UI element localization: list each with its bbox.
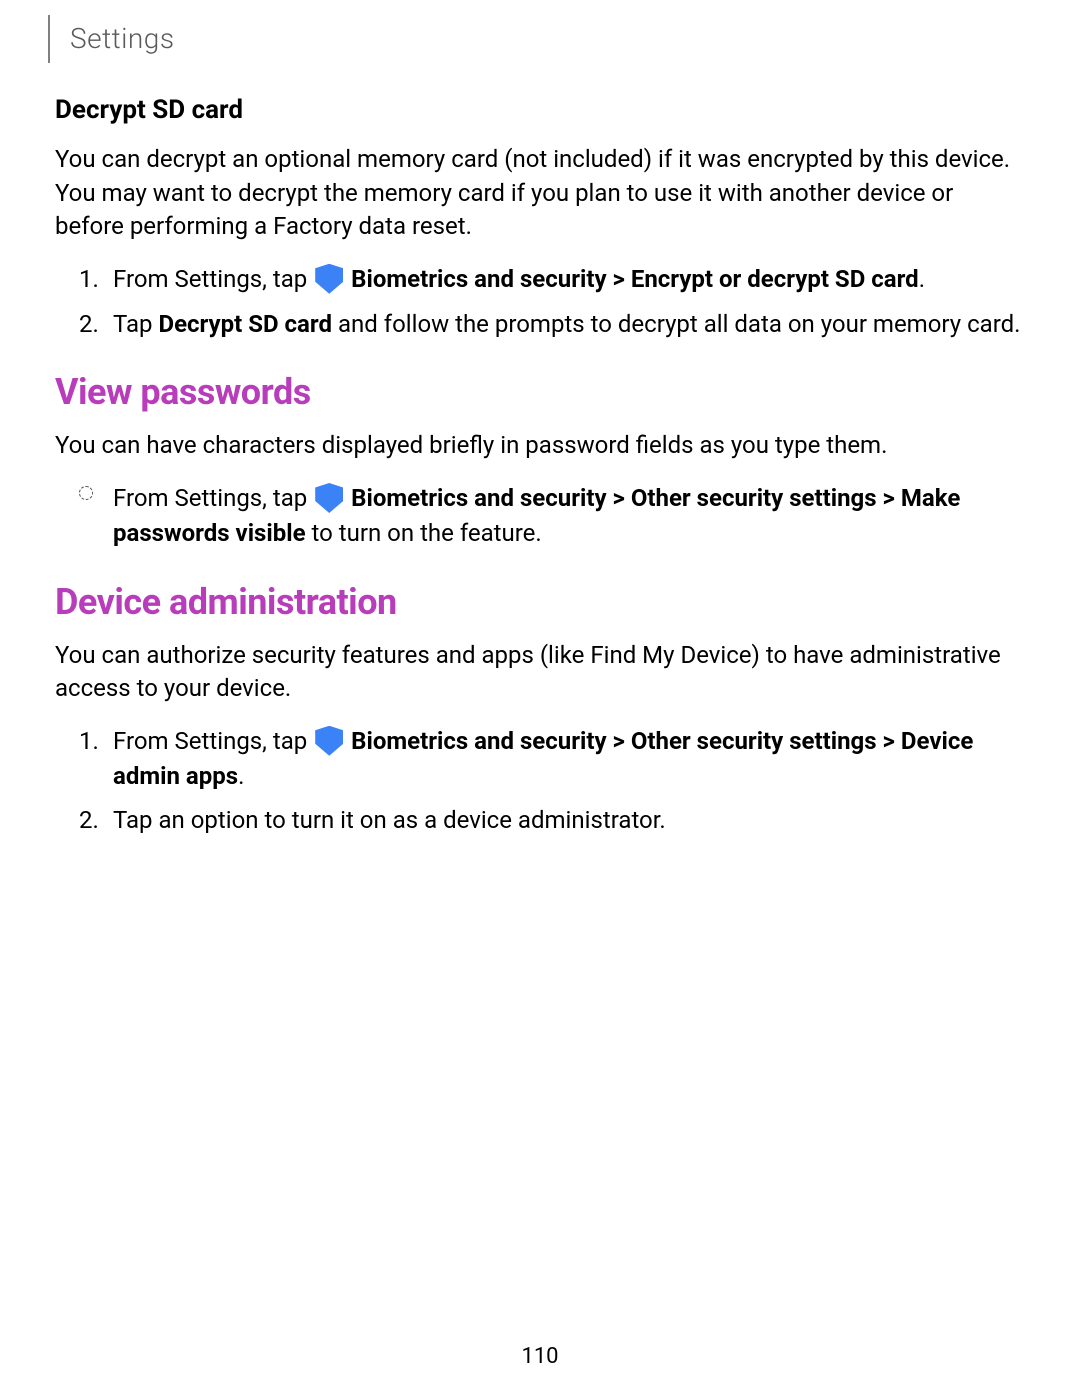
- page-number: 110: [0, 1344, 1080, 1369]
- step-text: Tap: [113, 310, 158, 338]
- bullet-icon: [79, 486, 93, 500]
- viewpw-steps: From Settings, tap Biometrics and securi…: [55, 481, 1025, 551]
- list-number: 1.: [79, 724, 99, 759]
- breadcrumb: Settings: [55, 0, 1025, 55]
- main-heading-view-passwords: View passwords: [55, 371, 1025, 413]
- shield-icon: [315, 726, 343, 756]
- shield-icon: [315, 483, 343, 513]
- devadmin-step-1: 1. From Settings, tap Biometrics and sec…: [113, 724, 1025, 794]
- viewpw-step-1: From Settings, tap Biometrics and securi…: [113, 481, 1025, 551]
- step-text: Tap an option to turn it on as a device …: [113, 806, 666, 834]
- body-text-decrypt: You can decrypt an optional memory card …: [55, 143, 1025, 244]
- shield-icon: [315, 264, 343, 294]
- list-number: 2.: [79, 307, 99, 342]
- list-number: 2.: [79, 803, 99, 838]
- main-heading-device-admin: Device administration: [55, 581, 1025, 623]
- step-bold: Biometrics and security > Encrypt or dec…: [351, 265, 919, 293]
- step-suffix: to turn on the feature.: [306, 519, 542, 547]
- body-text-viewpw: You can have characters displayed briefl…: [55, 429, 1025, 463]
- header-divider: [48, 15, 50, 63]
- step-suffix: .: [919, 265, 925, 293]
- step-text: From Settings, tap: [113, 727, 313, 755]
- decrypt-step-2: 2. Tap Decrypt SD card and follow the pr…: [113, 307, 1025, 342]
- devadmin-step-2: 2. Tap an option to turn it on as a devi…: [113, 803, 1025, 838]
- step-text: From Settings, tap: [113, 265, 313, 293]
- step-text: From Settings, tap: [113, 484, 313, 512]
- list-number: 1.: [79, 262, 99, 297]
- decrypt-step-1: 1. From Settings, tap Biometrics and sec…: [113, 262, 1025, 297]
- devadmin-steps: 1. From Settings, tap Biometrics and sec…: [55, 724, 1025, 838]
- decrypt-steps: 1. From Settings, tap Biometrics and sec…: [55, 262, 1025, 342]
- step-suffix: .: [238, 762, 244, 790]
- body-text-devadmin: You can authorize security features and …: [55, 639, 1025, 706]
- step-suffix: and follow the prompts to decrypt all da…: [332, 310, 1020, 338]
- section-heading-decrypt: Decrypt SD card: [55, 95, 1025, 125]
- step-bold: Decrypt SD card: [158, 310, 332, 338]
